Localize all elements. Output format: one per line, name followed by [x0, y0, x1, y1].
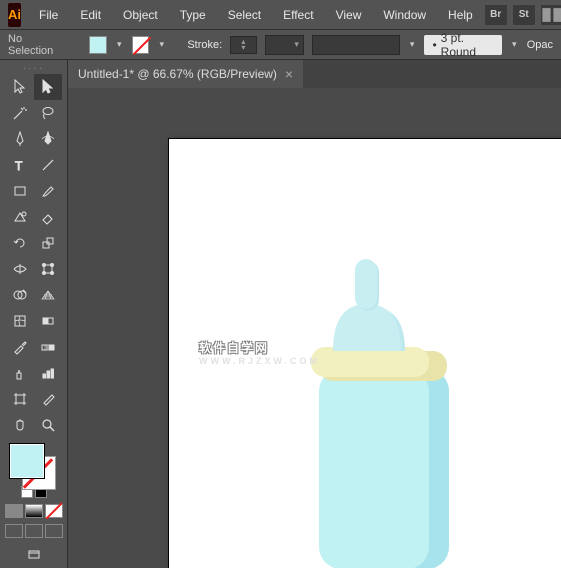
brush-definition-dropdown[interactable] — [312, 35, 400, 55]
control-bar: No Selection ▾ ▾ Stroke: ▴▾ ▾ ▾ • 3 pt. … — [0, 30, 561, 60]
svg-text:T: T — [15, 159, 23, 173]
brush-dropdown-icon[interactable]: ▾ — [408, 39, 417, 50]
magic-wand-tool[interactable] — [6, 100, 34, 126]
menu-effect[interactable]: Effect — [273, 4, 323, 26]
watermark-sub: WWW.RJZXW.COM — [199, 356, 320, 366]
paintbrush-tool[interactable] — [34, 178, 62, 204]
close-tab-icon[interactable]: × — [285, 66, 293, 82]
tools-panel: T — [0, 60, 68, 568]
document-tab[interactable]: Untitled-1* @ 66.67% (RGB/Preview) × — [68, 60, 303, 88]
selection-tool[interactable] — [6, 74, 34, 100]
ai-logo-icon: Ai — [8, 3, 21, 27]
menu-file[interactable]: File — [29, 4, 68, 26]
artboard[interactable]: 软件自学网 WWW.RJZXW.COM — [168, 138, 561, 568]
menu-select[interactable]: Select — [218, 4, 271, 26]
baby-bottle-artwork[interactable] — [289, 249, 459, 568]
document-tab-title: Untitled-1* @ 66.67% (RGB/Preview) — [78, 67, 277, 81]
symbol-sprayer-tool[interactable] — [6, 360, 34, 386]
canvas-viewport[interactable]: 软件自学网 WWW.RJZXW.COM — [68, 88, 561, 568]
menu-object[interactable]: Object — [113, 4, 168, 26]
width-tool[interactable] — [6, 256, 34, 282]
screen-mode-icon[interactable] — [20, 542, 48, 568]
perspective-grid-tool[interactable] — [34, 282, 62, 308]
bridge-icon[interactable]: Br — [485, 5, 507, 25]
draw-inside-icon[interactable] — [45, 524, 63, 538]
none-mode-icon[interactable] — [45, 504, 63, 518]
mesh-tool[interactable] — [6, 308, 34, 334]
fill-color-swatch[interactable] — [10, 444, 44, 478]
fill-swatch[interactable] — [89, 36, 107, 54]
direct-selection-tool[interactable] — [34, 74, 62, 100]
width-profile-label: 3 pt. Round — [441, 31, 494, 59]
stroke-swatch[interactable] — [132, 36, 150, 54]
slice-tool[interactable] — [34, 386, 62, 412]
curvature-tool[interactable] — [34, 126, 62, 152]
stock-icon[interactable]: St — [513, 5, 535, 25]
menubar-right-icons: Br St — [485, 5, 561, 25]
fill-dropdown-icon[interactable]: ▾ — [115, 39, 124, 50]
eyedropper-tool[interactable] — [6, 334, 34, 360]
menu-view[interactable]: View — [326, 4, 372, 26]
rotate-tool[interactable] — [6, 230, 34, 256]
panel-grip-icon[interactable] — [19, 64, 49, 72]
free-transform-tool[interactable] — [34, 256, 62, 282]
menu-edit[interactable]: Edit — [70, 4, 111, 26]
watermark-main: 软件自学网 — [199, 339, 320, 356]
eraser-tool[interactable] — [34, 204, 62, 230]
stroke-label: Stroke: — [187, 39, 222, 51]
menu-help[interactable]: Help — [438, 4, 483, 26]
canvas-area: Untitled-1* @ 66.67% (RGB/Preview) × — [68, 60, 561, 568]
stroke-profile-dropdown[interactable]: ▾ — [265, 35, 304, 55]
gradient-tool[interactable] — [34, 308, 62, 334]
draw-behind-icon[interactable] — [25, 524, 43, 538]
shaper-tool[interactable] — [6, 204, 34, 230]
lasso-tool[interactable] — [34, 100, 62, 126]
line-segment-tool[interactable] — [34, 152, 62, 178]
type-tool[interactable]: T — [6, 152, 34, 178]
profile-dropdown-icon[interactable]: ▾ — [510, 39, 519, 50]
scale-tool[interactable] — [34, 230, 62, 256]
shape-builder-tool[interactable] — [6, 282, 34, 308]
menu-type[interactable]: Type — [170, 4, 216, 26]
pen-tool[interactable] — [6, 126, 34, 152]
watermark: 软件自学网 WWW.RJZXW.COM — [199, 339, 320, 366]
draw-normal-icon[interactable] — [5, 524, 23, 538]
menu-window[interactable]: Window — [373, 4, 436, 26]
column-graph-tool[interactable] — [34, 360, 62, 386]
selection-status: No Selection — [8, 33, 63, 57]
rectangle-tool[interactable] — [6, 178, 34, 204]
stroke-weight-stepper[interactable]: ▴▾ — [230, 36, 257, 54]
document-tab-bar: Untitled-1* @ 66.67% (RGB/Preview) × — [68, 60, 561, 88]
opacity-label: Opac — [527, 39, 553, 51]
width-profile[interactable]: • 3 pt. Round — [424, 35, 501, 55]
color-mode-icon[interactable] — [5, 504, 23, 518]
menu-bar: Ai File Edit Object Type Select Effect V… — [0, 0, 561, 30]
stroke-dropdown-icon[interactable]: ▾ — [157, 39, 166, 50]
gradient-mode-icon[interactable] — [25, 504, 43, 518]
arrange-docs-icon[interactable] — [541, 5, 561, 25]
zoom-tool[interactable] — [34, 412, 62, 438]
fill-stroke-swatches[interactable] — [10, 444, 58, 482]
hand-tool[interactable] — [6, 412, 34, 438]
blend-tool[interactable] — [34, 334, 62, 360]
artboard-tool[interactable] — [6, 386, 34, 412]
